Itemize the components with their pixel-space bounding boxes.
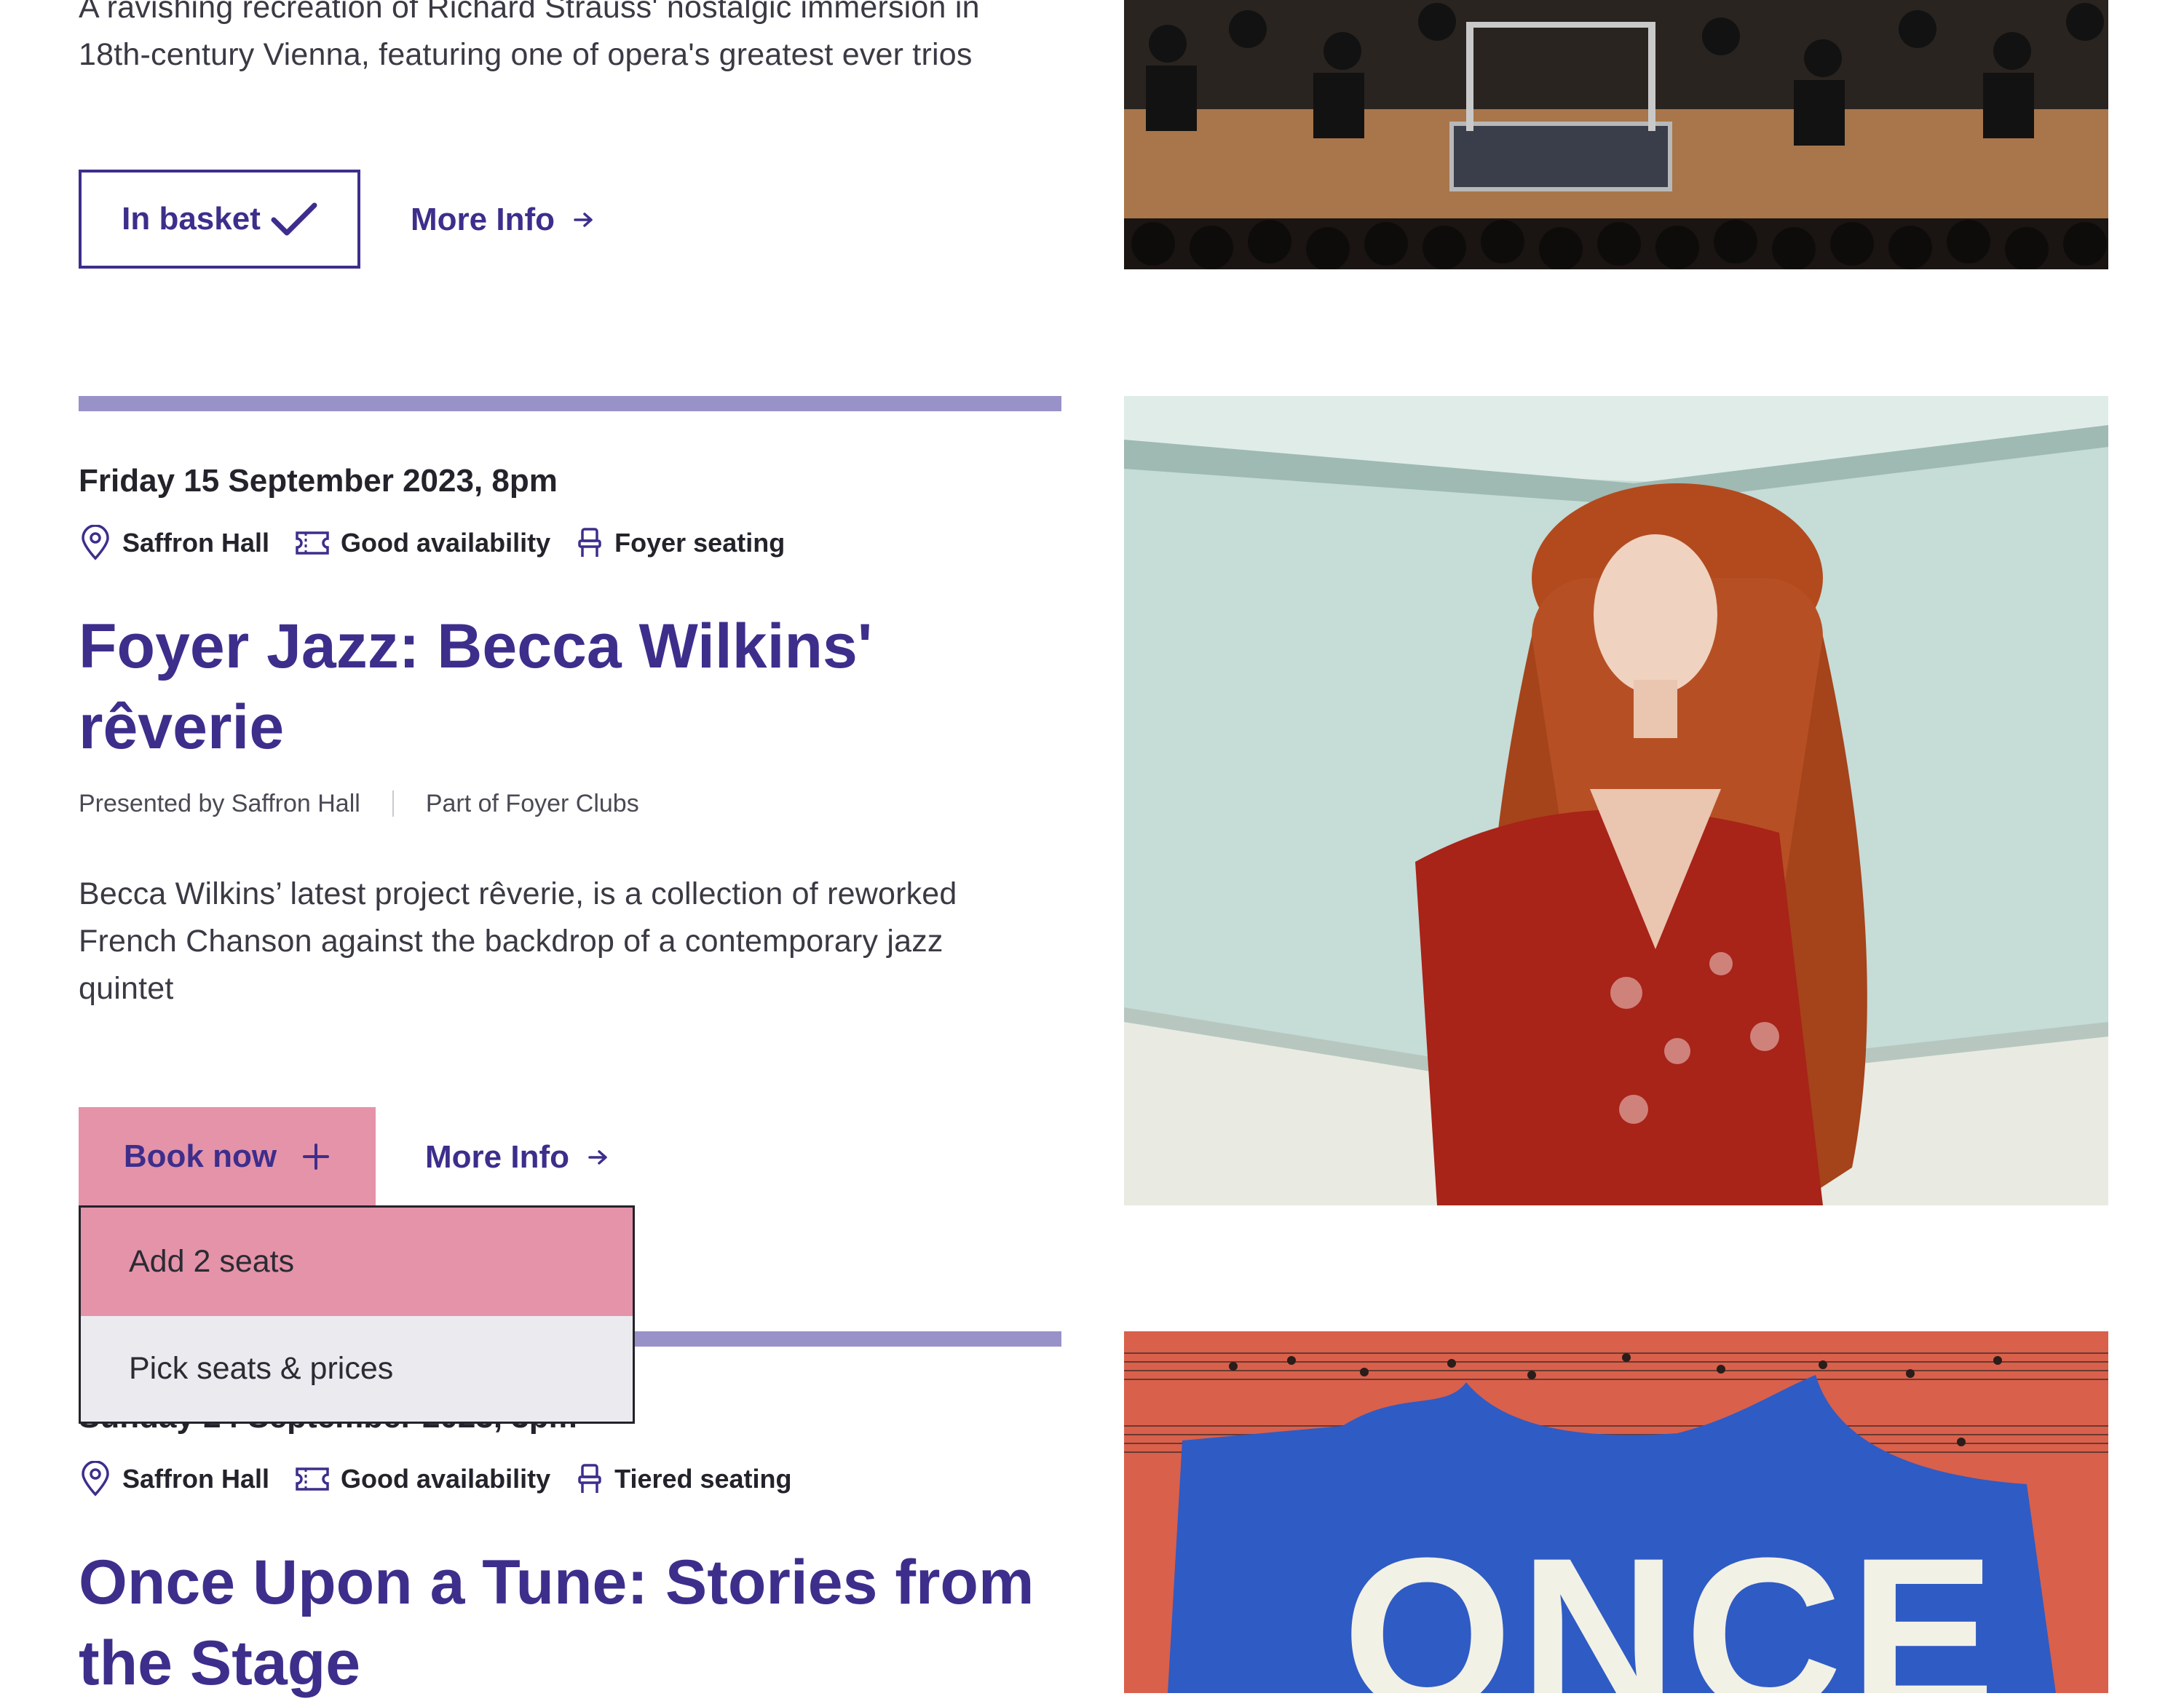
book-now-dropdown: Add 2 seats Pick seats & prices [79,1205,635,1424]
location-pin-icon [82,1461,109,1497]
availability-item: Good availability [294,1464,550,1494]
event-image[interactable] [1124,396,2108,1205]
next-event-image[interactable]: ONCE [1124,1331,2108,1693]
seating-item: Foyer seating [575,526,785,560]
book-now-button[interactable]: Book now [79,1107,376,1206]
arrow-right-icon [574,213,593,227]
checkmark-icon [271,202,317,236]
ticket-icon [296,531,329,555]
prev-event-description: A ravishing recreation of Richard Straus… [79,0,980,72]
presented-by: Presented by Saffron Hall [79,789,360,817]
next-event-title[interactable]: Once Upon a Tune: Stories from the Stage [79,1542,1083,1704]
in-basket-button[interactable]: In basket [79,170,360,269]
part-of-series[interactable]: Part of Foyer Clubs [426,790,639,818]
add-seats-option[interactable]: Add 2 seats [81,1208,633,1316]
seat-icon [578,528,601,557]
event-description: Becca Wilkins’ latest project rêverie, i… [79,876,957,1006]
event-presenter-line: Presented by Saffron Hall Part of Foyer … [79,788,639,819]
arrow-right-icon [588,1150,607,1165]
venue-item: Saffron Hall [79,525,269,561]
separator [392,790,394,817]
plus-icon [303,1144,330,1170]
event-date: Friday 15 September 2023, 8pm [79,463,558,499]
prev-more-info-link[interactable]: More Info [411,197,594,243]
seat-icon [578,1464,601,1493]
ticket-icon [296,1467,329,1491]
event-divider [79,396,1061,411]
collage-word: ONCE [1342,1512,2003,1693]
venue-item: Saffron Hall [79,1461,269,1497]
pick-seats-option[interactable]: Pick seats & prices [81,1316,633,1422]
location-pin-icon [82,525,109,560]
availability-item: Good availability [294,528,550,558]
event-meta: Saffron Hall Good availability Foyer sea… [79,523,810,563]
next-event-meta: Saffron Hall Good availability Tiered se… [79,1459,817,1499]
more-info-link[interactable]: More Info [425,1134,609,1181]
prev-event-image[interactable] [1124,0,2108,269]
seating-item: Tiered seating [575,1462,792,1496]
event-title[interactable]: Foyer Jazz: Becca Wilkins' rêverie [79,606,1069,768]
